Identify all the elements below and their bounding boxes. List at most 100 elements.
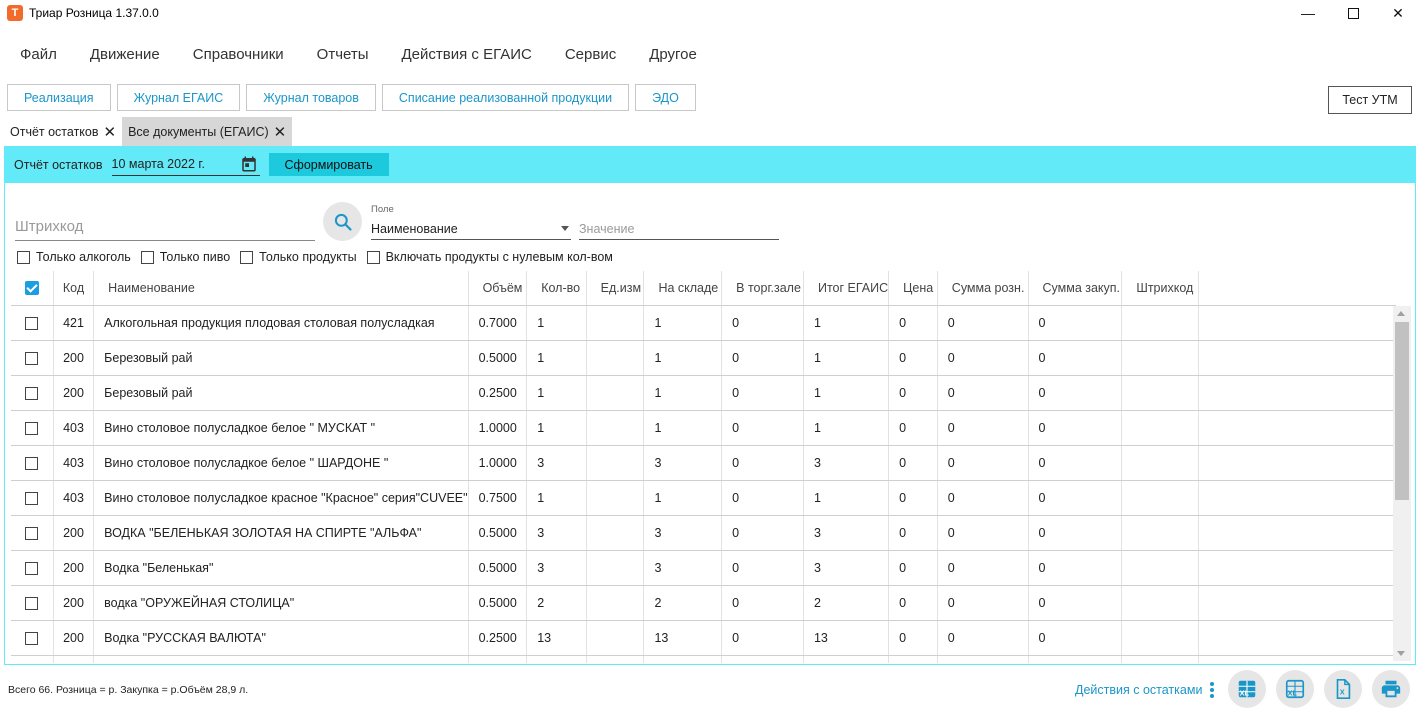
menu-file[interactable]: Файл (20, 46, 57, 70)
maximize-icon (1347, 7, 1359, 19)
table-row[interactable] (11, 655, 1396, 663)
checkbox[interactable] (17, 250, 30, 264)
cell-purchase: 0 (1028, 515, 1123, 551)
excel-export-2-button[interactable]: XL (1276, 670, 1314, 708)
filter-alcohol-only[interactable]: Только алкоголь (17, 250, 131, 264)
table-row[interactable]: 421 Алкогольная продукция плодовая столов… (11, 305, 1396, 341)
calendar-icon[interactable] (240, 155, 258, 173)
close-window-button[interactable]: ✕ (1375, 0, 1419, 26)
select-all-checkbox[interactable] (11, 271, 54, 306)
checkbox[interactable] (240, 250, 254, 264)
menu-movement[interactable]: Движение (90, 46, 160, 70)
print-button[interactable] (1372, 670, 1410, 708)
row-checkbox[interactable] (11, 340, 54, 376)
barcode-search-input[interactable]: Штрихкод (15, 213, 315, 241)
filter-include-zero[interactable]: Включать продукты с нулевым кол-вом (366, 250, 613, 264)
cell-qty: 3 (526, 445, 587, 481)
checkbox[interactable] (25, 526, 39, 540)
close-icon[interactable]: ✕ (104, 123, 117, 141)
filter-products-only[interactable]: Только продукты (240, 250, 357, 264)
checkbox[interactable] (25, 491, 39, 505)
checkbox[interactable] (25, 386, 39, 400)
menu-service[interactable]: Сервис (565, 46, 616, 70)
checkbox[interactable] (25, 631, 39, 645)
column-header[interactable]: Сумма розн. (937, 271, 1029, 306)
menu-other[interactable]: Другое (649, 46, 697, 70)
row-checkbox[interactable] (11, 375, 54, 411)
cell-code: 421 (53, 305, 95, 341)
table-row[interactable]: 200 Березовый рай 0.5000 1 1 0 1 0 0 0 (11, 340, 1396, 376)
checkbox[interactable] (25, 351, 39, 365)
egais-journal-button[interactable]: Журнал ЕГАИС (116, 84, 241, 111)
scroll-down-icon[interactable] (1397, 651, 1405, 656)
cell-price: 0 (888, 410, 938, 446)
date-field[interactable]: 10 марта 2022 г. (111, 153, 260, 176)
column-header[interactable]: Объём (468, 271, 528, 306)
maximize-button[interactable] (1330, 0, 1376, 26)
column-header[interactable]: Штрихкод (1121, 271, 1199, 306)
edo-button[interactable]: ЭДО (635, 84, 696, 111)
sales-button[interactable]: Реализация (7, 84, 111, 111)
column-header[interactable]: На складе (643, 271, 723, 306)
filter-beer-only[interactable]: Только пиво (140, 250, 230, 264)
row-checkbox[interactable] (11, 655, 54, 663)
goods-journal-button[interactable]: Журнал товаров (246, 84, 376, 111)
checkbox[interactable] (140, 250, 154, 264)
close-icon[interactable]: ✕ (274, 123, 287, 141)
table-row[interactable]: 200 Березовый рай 0.2500 1 1 0 1 0 0 0 (11, 375, 1396, 411)
checkbox[interactable] (366, 250, 380, 264)
checkbox[interactable] (25, 456, 39, 470)
cell-retail: 0 (937, 550, 1029, 586)
tab-stock-report[interactable]: Отчёт остатков ✕ (4, 117, 122, 146)
svg-text:XL: XL (1240, 688, 1250, 697)
table-row[interactable]: 200 водка "ОРУЖЕЙНАЯ СТОЛИЦА" 0.5000 2 2 0 2 0 0… (11, 585, 1396, 621)
search-button[interactable] (323, 202, 362, 241)
column-header[interactable]: Код (53, 271, 95, 306)
minimize-button[interactable]: — (1285, 0, 1331, 26)
column-header[interactable]: Ед.изм (586, 271, 645, 306)
row-checkbox[interactable] (11, 305, 54, 341)
column-header[interactable]: Наименование (93, 271, 469, 306)
menu-references[interactable]: Справочники (193, 46, 284, 70)
column-header[interactable]: В торг.зале (721, 271, 804, 306)
row-checkbox[interactable] (11, 445, 54, 481)
report-toolbar: Отчёт остатков 10 марта 2022 г. Сформиро… (4, 146, 1416, 183)
test-utm-button[interactable]: Тест УТМ (1328, 86, 1412, 114)
menu-egais-actions[interactable]: Действия с ЕГАИС (402, 46, 532, 70)
menu-reports[interactable]: Отчеты (317, 46, 369, 70)
column-header[interactable]: Итог ЕГАИС (803, 271, 890, 306)
generate-button[interactable]: Сформировать (268, 153, 389, 176)
more-vert-icon[interactable] (1210, 682, 1215, 698)
vertical-scrollbar[interactable] (1393, 306, 1411, 661)
row-checkbox[interactable] (11, 480, 54, 516)
excel-file-button[interactable]: X (1324, 670, 1362, 708)
excel-export-button[interactable]: XL (1228, 670, 1266, 708)
row-checkbox[interactable] (11, 515, 54, 551)
tab-all-documents[interactable]: Все документы (ЕГАИС) ✕ (122, 117, 293, 146)
column-header[interactable]: Цена (888, 271, 938, 306)
table-row[interactable]: 200 ВОДКА "БЕЛЕНЬКАЯ ЗОЛОТАЯ НА СПИРТЕ "А… (11, 515, 1396, 551)
row-checkbox[interactable] (11, 410, 54, 446)
column-header[interactable]: Кол-во (526, 271, 587, 306)
table-row[interactable]: 200 Водка "Беленькая" 0.5000 3 3 0 3 0 0 0 (11, 550, 1396, 586)
row-checkbox[interactable] (11, 585, 54, 621)
field-select[interactable]: Наименование (371, 218, 571, 240)
row-checkbox[interactable] (11, 620, 54, 656)
table-row[interactable]: 403 Вино столовое полусладкое белое " ШАР… (11, 445, 1396, 481)
table-row[interactable]: 403 Вино столовое полусладкое белое " МУС… (11, 410, 1396, 446)
stock-actions-link[interactable]: Действия с остатками (1075, 682, 1215, 698)
row-checkbox[interactable] (11, 550, 54, 586)
checkbox[interactable] (25, 316, 39, 330)
checkbox[interactable] (25, 421, 39, 435)
checkbox[interactable] (25, 561, 39, 575)
write-off-button[interactable]: Списание реализованной продукции (381, 84, 630, 111)
table-row[interactable]: 200 Водка "РУССКАЯ ВАЛЮТА" 0.2500 13 13 0 13 0 0… (11, 620, 1396, 656)
checkbox[interactable] (25, 596, 39, 610)
table-row[interactable]: 403 Вино столовое полусладкое красное "Кр… (11, 480, 1396, 516)
cell-egais: 3 (803, 515, 890, 551)
scrollbar-thumb[interactable] (1395, 322, 1409, 500)
value-input[interactable]: Значение (579, 218, 779, 240)
cell-code: 200 (53, 375, 95, 411)
column-header[interactable]: Сумма закуп. (1028, 271, 1123, 306)
scroll-up-icon[interactable] (1397, 311, 1405, 316)
